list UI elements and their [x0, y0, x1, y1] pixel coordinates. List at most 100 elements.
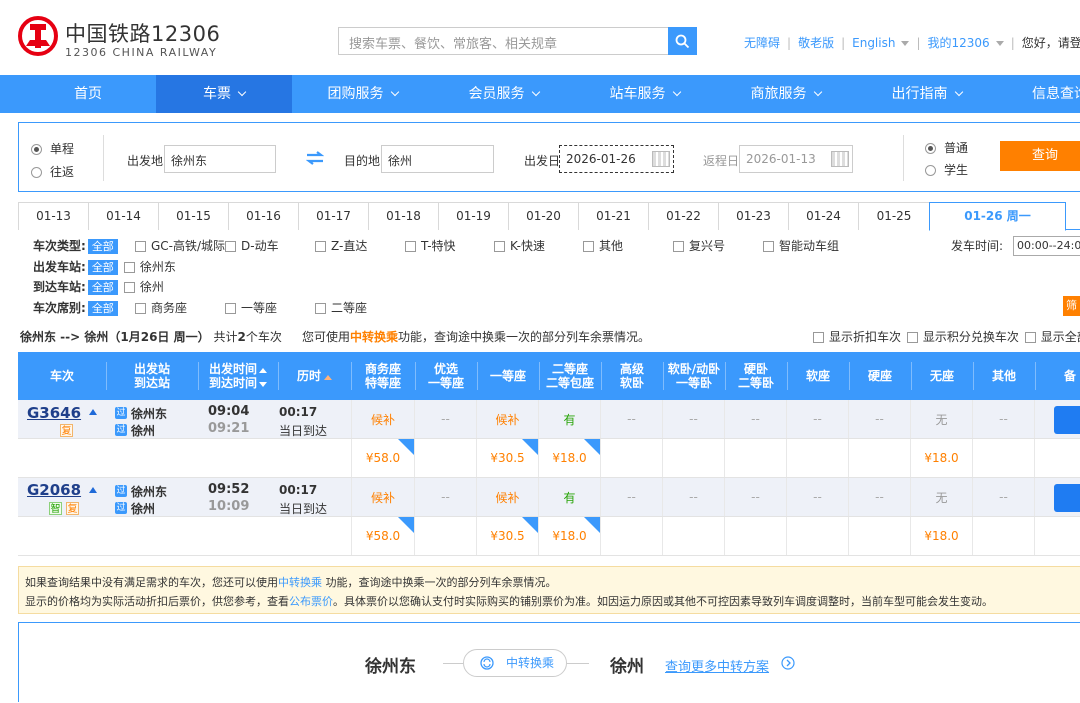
filter-all-button[interactable]: 全部 [87, 280, 118, 295]
nav-guide[interactable]: 出行指南 [856, 75, 997, 113]
date-tab[interactable]: 01-23 [718, 202, 789, 230]
expand-stops-icon[interactable] [89, 409, 97, 415]
student-radio[interactable]: 学生 [925, 161, 968, 178]
calendar-icon[interactable] [831, 151, 849, 167]
train-number-link[interactable]: G2068 [27, 481, 81, 499]
checkbox[interactable] [225, 303, 236, 314]
roundtrip-radio[interactable]: 往返 [31, 163, 74, 180]
filter-fuxing[interactable]: 复兴号 [673, 237, 725, 254]
filter-other[interactable]: 其他 [583, 237, 623, 254]
seat-biz[interactable]: 候补 [351, 478, 415, 516]
date-tab[interactable]: 01-17 [298, 202, 369, 230]
date-tab[interactable]: 01-22 [648, 202, 719, 230]
query-button[interactable]: 查询 [1000, 141, 1080, 171]
checkbox[interactable] [1024, 332, 1036, 343]
swap-icon[interactable] [306, 151, 324, 165]
transfer-button[interactable]: 中转换乘 [463, 649, 567, 677]
filter-all-button[interactable]: 全部 [87, 301, 118, 316]
published-fare-link[interactable]: 公布票价 [289, 595, 333, 608]
display-options: 显示折扣车次 显示积分兑换车次 显示全部 [813, 328, 1080, 345]
calendar-icon[interactable] [652, 151, 670, 167]
login-greeting[interactable]: 您好，请登 [1022, 34, 1080, 51]
date-tab[interactable]: 01-13 [18, 202, 89, 230]
checkbox[interactable] [405, 241, 416, 252]
filter-all-button[interactable]: 全部 [87, 239, 118, 254]
smart-badge: 智 [49, 502, 62, 515]
price-first: ¥30.5 [477, 517, 539, 555]
sort-duration[interactable]: 历时 [278, 352, 351, 400]
from-station-input[interactable]: 徐州东 [164, 145, 276, 173]
to-station-input[interactable]: 徐州 [381, 145, 494, 173]
depart-time-select[interactable]: 00:00--24:00 [1013, 236, 1080, 256]
date-tab[interactable]: 01-21 [578, 202, 649, 230]
nav-business[interactable]: 商旅服务 [715, 75, 856, 113]
date-tab[interactable]: 01-25 [858, 202, 930, 230]
nav-info[interactable]: 信息查询 [1020, 75, 1080, 113]
filter-all-button[interactable]: 全部 [87, 260, 118, 275]
seat-first[interactable]: 候补 [477, 478, 539, 516]
filter-t[interactable]: T-特快 [405, 237, 456, 254]
checkbox[interactable] [123, 262, 135, 273]
nav-station[interactable]: 站车服务 [574, 75, 715, 113]
elderly-link[interactable]: 敬老版 [798, 34, 834, 51]
filter-z[interactable]: Z-直达 [315, 237, 367, 254]
checkbox[interactable] [583, 241, 594, 252]
seat-biz[interactable]: 候补 [351, 400, 415, 438]
price-row: ¥58.0 ¥30.5 ¥18.0 ¥18.0 [18, 517, 1080, 556]
nav-group[interactable]: 团购服务 [292, 75, 433, 113]
seat-pref: -- [415, 400, 477, 438]
book-button[interactable] [1054, 406, 1080, 434]
search-button[interactable] [668, 27, 697, 55]
checkbox[interactable] [123, 282, 135, 293]
checkbox[interactable] [135, 241, 146, 252]
checkbox[interactable] [906, 332, 918, 343]
sort-depart-time[interactable]: 出发时间 到达时间 [198, 352, 278, 400]
china-railway-logo-icon[interactable] [18, 16, 58, 56]
english-link[interactable]: English [852, 36, 910, 50]
filter-gc[interactable]: GC-高铁/城际 [135, 237, 225, 254]
normal-radio[interactable]: 普通 [925, 139, 968, 156]
nav-home[interactable]: 首页 [20, 75, 156, 113]
date-tab[interactable]: 01-19 [438, 202, 509, 230]
filter-d[interactable]: D-动车 [225, 237, 279, 254]
chevron-down-icon [672, 87, 681, 97]
checkbox[interactable] [135, 303, 146, 314]
date-tab-active[interactable]: 01-26 周一 [929, 202, 1066, 231]
seat-first[interactable]: 候补 [477, 400, 539, 438]
checkbox[interactable] [813, 332, 824, 343]
date-tab[interactable]: 01-14 [88, 202, 159, 230]
arrive-day: 当日到达 [279, 424, 328, 438]
filter-side-tab[interactable]: 筛 [1063, 296, 1080, 316]
to-station: 徐州 [131, 502, 156, 516]
accessible-link[interactable]: 无障碍 [744, 34, 780, 51]
filter-k[interactable]: K-快速 [494, 237, 545, 254]
date-tab[interactable]: 01-15 [158, 202, 229, 230]
nav-tickets[interactable]: 车票 [156, 75, 292, 113]
checkbox[interactable] [494, 241, 505, 252]
train-number-link[interactable]: G3646 [27, 404, 81, 422]
book-button[interactable] [1054, 484, 1080, 512]
date-tab[interactable]: 01-16 [228, 202, 299, 230]
date-tab[interactable]: 01-18 [368, 202, 439, 230]
transfer-link[interactable]: 中转换乘 [278, 576, 322, 589]
filter-smart[interactable]: 智能动车组 [763, 237, 839, 254]
checkbox[interactable] [673, 241, 684, 252]
seat-second[interactable]: 有 [539, 478, 601, 516]
checkbox[interactable] [763, 241, 774, 252]
date-tab[interactable]: 01-24 [788, 202, 859, 230]
checkbox[interactable] [225, 241, 236, 252]
date-tab[interactable]: 01-20 [508, 202, 579, 230]
more-transfer-link[interactable]: 查询更多中转方案 [665, 656, 769, 675]
to-label: 目的地 [344, 154, 381, 168]
oneway-radio[interactable]: 单程 [31, 140, 74, 157]
site-search-input[interactable]: 搜索车票、餐饮、常旅客、相关规章 [338, 27, 668, 55]
nav-member[interactable]: 会员服务 [433, 75, 574, 113]
expand-stops-icon[interactable] [89, 487, 97, 493]
seat-second[interactable]: 有 [539, 400, 601, 438]
my12306-link[interactable]: 我的12306 [928, 34, 1004, 51]
discount-corner-icon [584, 517, 600, 533]
chevron-right-circle-icon[interactable] [781, 656, 795, 670]
checkbox[interactable] [315, 241, 326, 252]
checkbox[interactable] [315, 303, 326, 314]
transfer-link[interactable]: 中转换乘 [350, 330, 398, 344]
